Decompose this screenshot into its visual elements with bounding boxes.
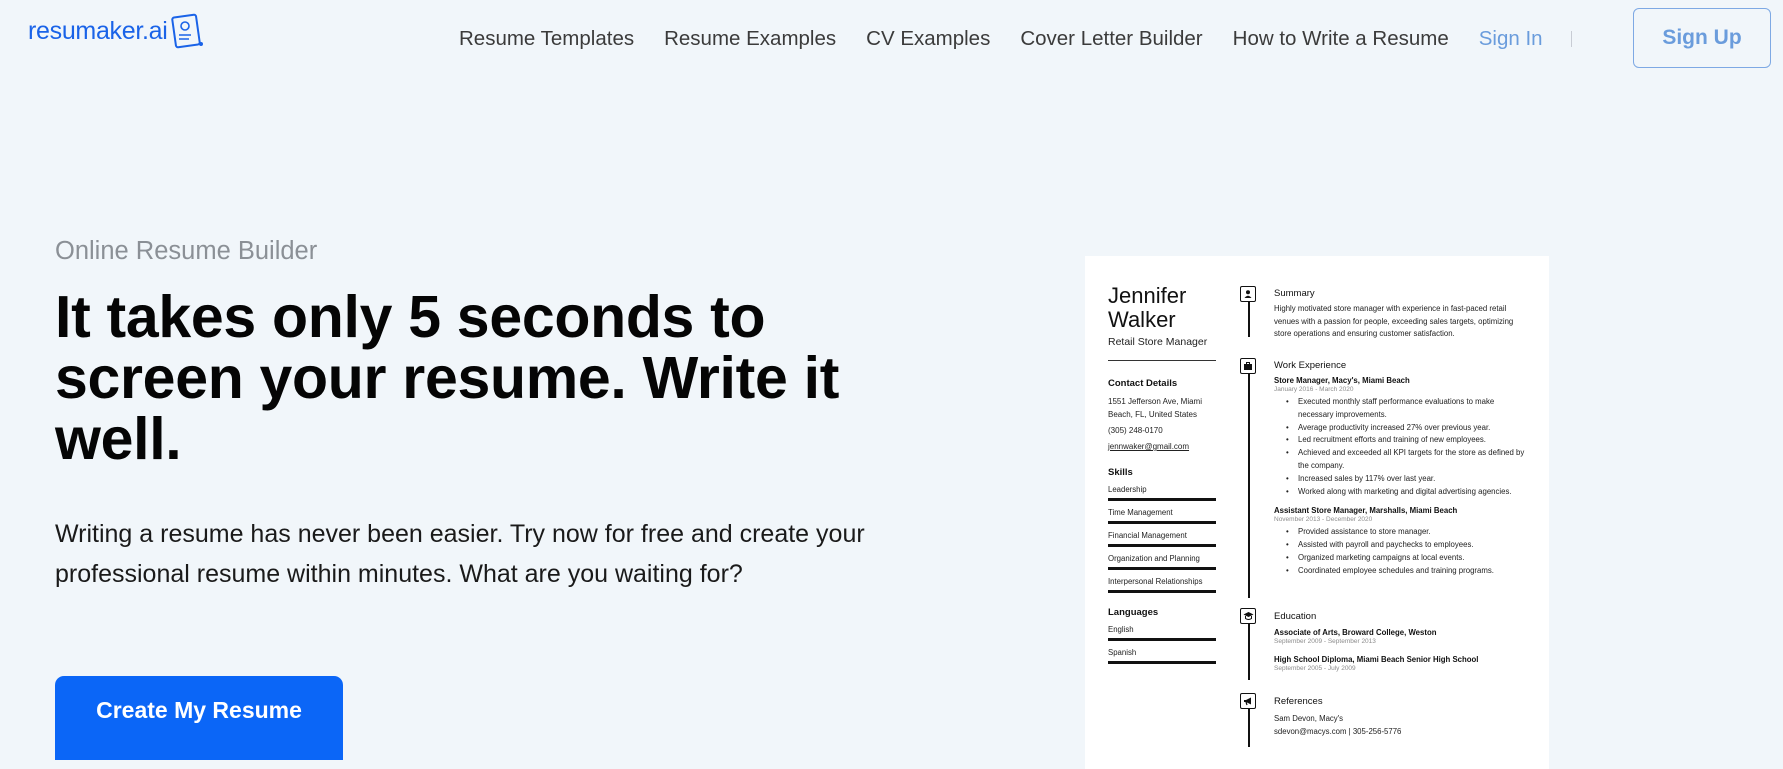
resume-first-name: Jennifer bbox=[1108, 283, 1187, 308]
references-heading: References bbox=[1274, 696, 1323, 707]
hero-eyebrow: Online Resume Builder bbox=[55, 237, 318, 265]
skill-item: Time Management bbox=[1108, 508, 1218, 524]
job-dates: November 2013 - December 2020 bbox=[1274, 516, 1373, 524]
divider bbox=[1108, 360, 1216, 361]
languages-heading: Languages bbox=[1108, 607, 1159, 618]
graduation-cap-icon bbox=[1240, 608, 1256, 624]
summary-text: Highly motivated store manager with expe… bbox=[1274, 304, 1514, 338]
education-dates: September 2009 - September 2013 bbox=[1274, 638, 1376, 645]
language-label: Spanish bbox=[1108, 648, 1137, 657]
resume-logo-icon bbox=[170, 13, 206, 54]
skill-item: Leadership bbox=[1108, 485, 1218, 501]
hero-subtitle: Writing a resume has never been easier. … bbox=[55, 520, 865, 588]
job-bullet: Assisted with payroll and paychecks to e… bbox=[1274, 539, 1529, 552]
contact-phone: (305) 248-0170 bbox=[1108, 426, 1163, 435]
nav-resume-templates[interactable]: Resume Templates bbox=[459, 25, 634, 53]
education-title: Associate of Arts, Broward College, West… bbox=[1274, 628, 1437, 637]
language-label: English bbox=[1108, 625, 1134, 634]
job-bullet: Coordinated employee schedules and train… bbox=[1274, 565, 1529, 578]
job-bullet: Executed monthly staff performance evalu… bbox=[1274, 396, 1529, 422]
job-bullet: Worked along with marketing and digital … bbox=[1274, 486, 1529, 499]
skill-label: Financial Management bbox=[1108, 531, 1187, 540]
reference-contact: sdevon@macys.com | 305-256-5776 bbox=[1274, 726, 1402, 736]
job-title: Assistant Store Manager, Marshalls, Miam… bbox=[1274, 506, 1458, 516]
skill-item: Organization and Planning bbox=[1108, 554, 1218, 570]
megaphone-icon bbox=[1240, 693, 1256, 709]
job-bullets: Executed monthly staff performance evalu… bbox=[1274, 396, 1529, 498]
skill-bar bbox=[1108, 590, 1216, 593]
resume-preview: Jennifer Walker Retail Store Manager Con… bbox=[1085, 256, 1549, 769]
skill-bar bbox=[1108, 498, 1216, 501]
contact-email: jennwaker@gmail.com bbox=[1108, 442, 1190, 451]
logo-text: resumaker.ai bbox=[28, 17, 168, 45]
language-item: English bbox=[1108, 625, 1218, 641]
create-my-resume-button[interactable]: Create My Resume bbox=[55, 676, 343, 760]
resume-last-name: Walker bbox=[1108, 307, 1176, 332]
timeline-line bbox=[1248, 620, 1250, 680]
skill-label: Leadership bbox=[1108, 485, 1147, 494]
job-bullet: Increased sales by 117% over last year. bbox=[1274, 473, 1529, 486]
references-section: References Sam Devon, Macy's sdevon@macy… bbox=[1274, 696, 1529, 738]
timeline-line bbox=[1248, 372, 1250, 598]
nav-divider bbox=[1570, 31, 1572, 47]
person-icon bbox=[1240, 286, 1256, 302]
skill-label: Time Management bbox=[1108, 508, 1173, 517]
skill-bar bbox=[1108, 521, 1216, 524]
nav-resume-examples[interactable]: Resume Examples bbox=[664, 25, 836, 53]
timeline-line bbox=[1248, 301, 1250, 337]
skill-label: Interpersonal Relationships bbox=[1108, 577, 1203, 586]
resume-left-column: Jennifer Walker Retail Store Manager Con… bbox=[1108, 284, 1218, 664]
sign-in-link[interactable]: Sign In bbox=[1479, 25, 1543, 53]
sign-up-button[interactable]: Sign Up bbox=[1633, 8, 1771, 68]
skill-label: Organization and Planning bbox=[1108, 554, 1200, 563]
language-item: Spanish bbox=[1108, 648, 1218, 664]
hero-headline: It takes only 5 seconds to screen your r… bbox=[55, 284, 840, 472]
site-logo[interactable]: resumaker.ai bbox=[28, 12, 206, 54]
education-dates: September 2005 - July 2009 bbox=[1274, 665, 1356, 672]
nav-how-to-write-resume[interactable]: How to Write a Resume bbox=[1233, 25, 1449, 53]
job-title: Store Manager, Macy's, Miami Beach bbox=[1274, 376, 1410, 385]
job-dates: January 2016 - March 2020 bbox=[1274, 386, 1354, 393]
contact-heading: Contact Details bbox=[1108, 378, 1178, 389]
main-nav: Resume Templates Resume Examples CV Exam… bbox=[459, 25, 1602, 53]
contact-address: 1551 Jefferson Ave, Miami Beach, FL, Uni… bbox=[1108, 397, 1202, 419]
education-section: Education Associate of Arts, Broward Col… bbox=[1274, 611, 1529, 672]
job-bullet: Average productivity increased 27% over … bbox=[1274, 422, 1529, 435]
education-title: High School Diploma, Miami Beach Senior … bbox=[1274, 655, 1479, 664]
work-heading: Work Experience bbox=[1274, 360, 1347, 371]
job-bullet: Provided assistance to store manager. bbox=[1274, 526, 1529, 539]
job-bullets: Provided assistance to store manager. As… bbox=[1274, 526, 1529, 577]
language-bar bbox=[1108, 661, 1216, 664]
education-heading: Education bbox=[1274, 611, 1317, 622]
skill-item: Interpersonal Relationships bbox=[1108, 577, 1218, 593]
skill-bar bbox=[1108, 544, 1216, 547]
language-bar bbox=[1108, 638, 1216, 641]
skills-heading: Skills bbox=[1108, 467, 1133, 478]
resume-job-title: Retail Store Manager bbox=[1108, 336, 1208, 348]
summary-heading: Summary bbox=[1274, 288, 1315, 299]
skill-bar bbox=[1108, 567, 1216, 570]
job-bullet: Achieved and exceeded all KPI targets fo… bbox=[1274, 447, 1529, 473]
nav-cover-letter-builder[interactable]: Cover Letter Builder bbox=[1020, 25, 1202, 53]
skill-item: Financial Management bbox=[1108, 531, 1218, 547]
nav-cv-examples[interactable]: CV Examples bbox=[866, 25, 990, 53]
job-bullet: Organized marketing campaigns at local e… bbox=[1274, 552, 1529, 565]
job-bullet: Led recruitment efforts and training of … bbox=[1274, 434, 1529, 447]
briefcase-icon bbox=[1240, 358, 1256, 374]
site-header: resumaker.ai Resume Templates Resume Exa… bbox=[0, 0, 1783, 80]
summary-section: Summary Highly motivated store manager w… bbox=[1274, 288, 1529, 341]
work-experience-section: Work Experience Store Manager, Macy's, M… bbox=[1274, 360, 1529, 578]
reference-name: Sam Devon, Macy's bbox=[1274, 714, 1344, 723]
